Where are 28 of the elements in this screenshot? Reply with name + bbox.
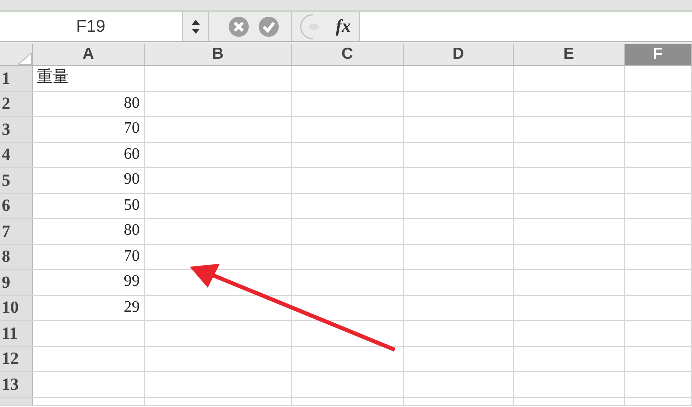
function-button[interactable]: fx [336,13,351,40]
table-cell: 50 [33,194,145,218]
row-header[interactable]: 7 [0,219,33,244]
row-header[interactable]: 8 [0,244,33,269]
table-cell: 80 [33,92,145,116]
name-box[interactable]: F19 [0,12,183,41]
table-cell: 80 [33,219,145,244]
row-header[interactable]: 10 [0,296,33,320]
row-header[interactable]: 9 [0,270,33,294]
row-header[interactable]: 5 [0,168,33,192]
row-header[interactable]: 3 [0,117,33,142]
row-header[interactable]: 13 [0,372,33,396]
table-cell: 99 [33,270,145,294]
row-header[interactable]: 1 [0,66,33,90]
formula-input[interactable] [360,12,692,41]
table-cell: 90 [33,168,145,192]
row-header[interactable]: 6 [0,194,33,218]
table-cell: 重量 [33,66,145,90]
table-cell: 70 [33,244,145,269]
cancel-icon[interactable] [229,16,249,36]
table-cell: 60 [33,142,145,167]
row-header[interactable]: 2 [0,92,33,116]
table-cell: 70 [33,117,145,142]
confirm-icon[interactable] [259,16,279,36]
table-cell: 29 [33,296,145,320]
row-header[interactable]: 4 [0,142,33,167]
row-header[interactable]: 12 [0,346,33,371]
row-header[interactable]: 11 [0,321,33,346]
